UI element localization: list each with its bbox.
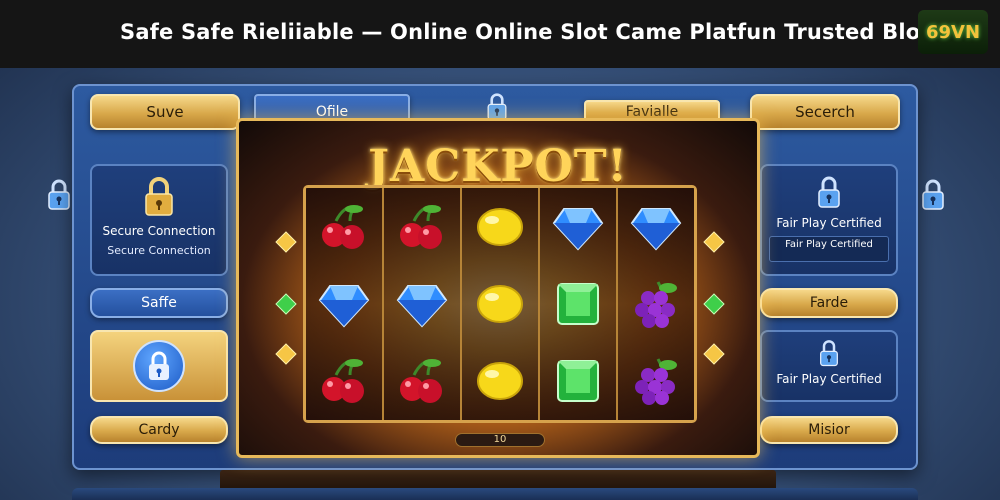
page-title: Safe Safe Rieliiable — Online Online Slo… — [120, 20, 936, 44]
gold-gem-icon — [703, 231, 725, 253]
bet-counter[interactable]: 10 — [455, 433, 545, 447]
suve-button[interactable]: Suve — [90, 94, 240, 130]
gold-gem-icon — [275, 343, 297, 365]
saffe-button[interactable]: Saffe — [90, 288, 228, 318]
gold-gem-icon — [275, 231, 297, 253]
blue-gem-icon — [318, 284, 370, 328]
reel-2 — [384, 188, 462, 420]
lock-icon — [48, 179, 70, 210]
reel-4 — [540, 188, 618, 420]
cherry-icon — [322, 204, 364, 249]
fair-play-card-bottom: Fair Play Certified — [760, 330, 898, 402]
search-button[interactable]: Secerch — [750, 94, 900, 130]
secure-connection-label: Secure Connection — [102, 224, 216, 238]
top-bar: Safe Safe Rieliiable — Online Online Slo… — [0, 0, 1000, 68]
slot-game-window[interactable]: JACKPOT! 10 — [236, 118, 760, 458]
reel-5 — [618, 188, 694, 420]
lock-icon — [818, 176, 840, 208]
cardy-button[interactable]: Cardy — [90, 416, 228, 444]
lemon-icon — [477, 284, 523, 323]
reel-1 — [306, 188, 384, 420]
green-gem-icon — [557, 360, 599, 403]
farde-button[interactable]: Farde — [760, 288, 898, 318]
reel-3 — [462, 188, 540, 420]
secure-connection-sublabel: Secure Connection — [107, 244, 211, 257]
fair-play-box: Fair Play Certified — [769, 236, 889, 262]
lock-icon — [149, 351, 169, 380]
fair-play-label: Fair Play Certified — [776, 216, 882, 230]
blue-gem-icon — [552, 207, 604, 251]
lock-card[interactable] — [90, 330, 228, 402]
secure-connection-card: Secure Connection Secure Connection — [90, 164, 228, 276]
blue-gem-icon — [396, 284, 448, 328]
panel-footer — [72, 488, 918, 500]
slot-reels — [303, 185, 697, 423]
fair-play-card: Fair Play Certified Fair Play Certified — [760, 164, 898, 276]
grapes-icon — [635, 358, 677, 406]
lock-icon — [820, 340, 838, 367]
lock-badge — [133, 340, 185, 392]
lock-icon — [922, 179, 944, 210]
lemon-icon — [477, 207, 523, 246]
misior-button[interactable]: Misior — [760, 416, 898, 444]
green-gem-icon — [275, 293, 297, 315]
lemon-icon — [477, 362, 523, 401]
grapes-icon — [635, 281, 677, 328]
cherry-icon — [400, 359, 442, 404]
blue-gem-icon — [630, 207, 682, 251]
green-gem-icon — [557, 282, 599, 325]
green-gem-icon — [703, 293, 725, 315]
fair-play-label-bottom: Fair Play Certified — [776, 372, 882, 386]
gold-gem-icon — [703, 343, 725, 365]
cherry-icon — [322, 359, 364, 404]
site-logo[interactable]: 69VN — [918, 10, 988, 54]
cherry-icon — [400, 204, 442, 249]
lock-icon — [145, 177, 173, 216]
